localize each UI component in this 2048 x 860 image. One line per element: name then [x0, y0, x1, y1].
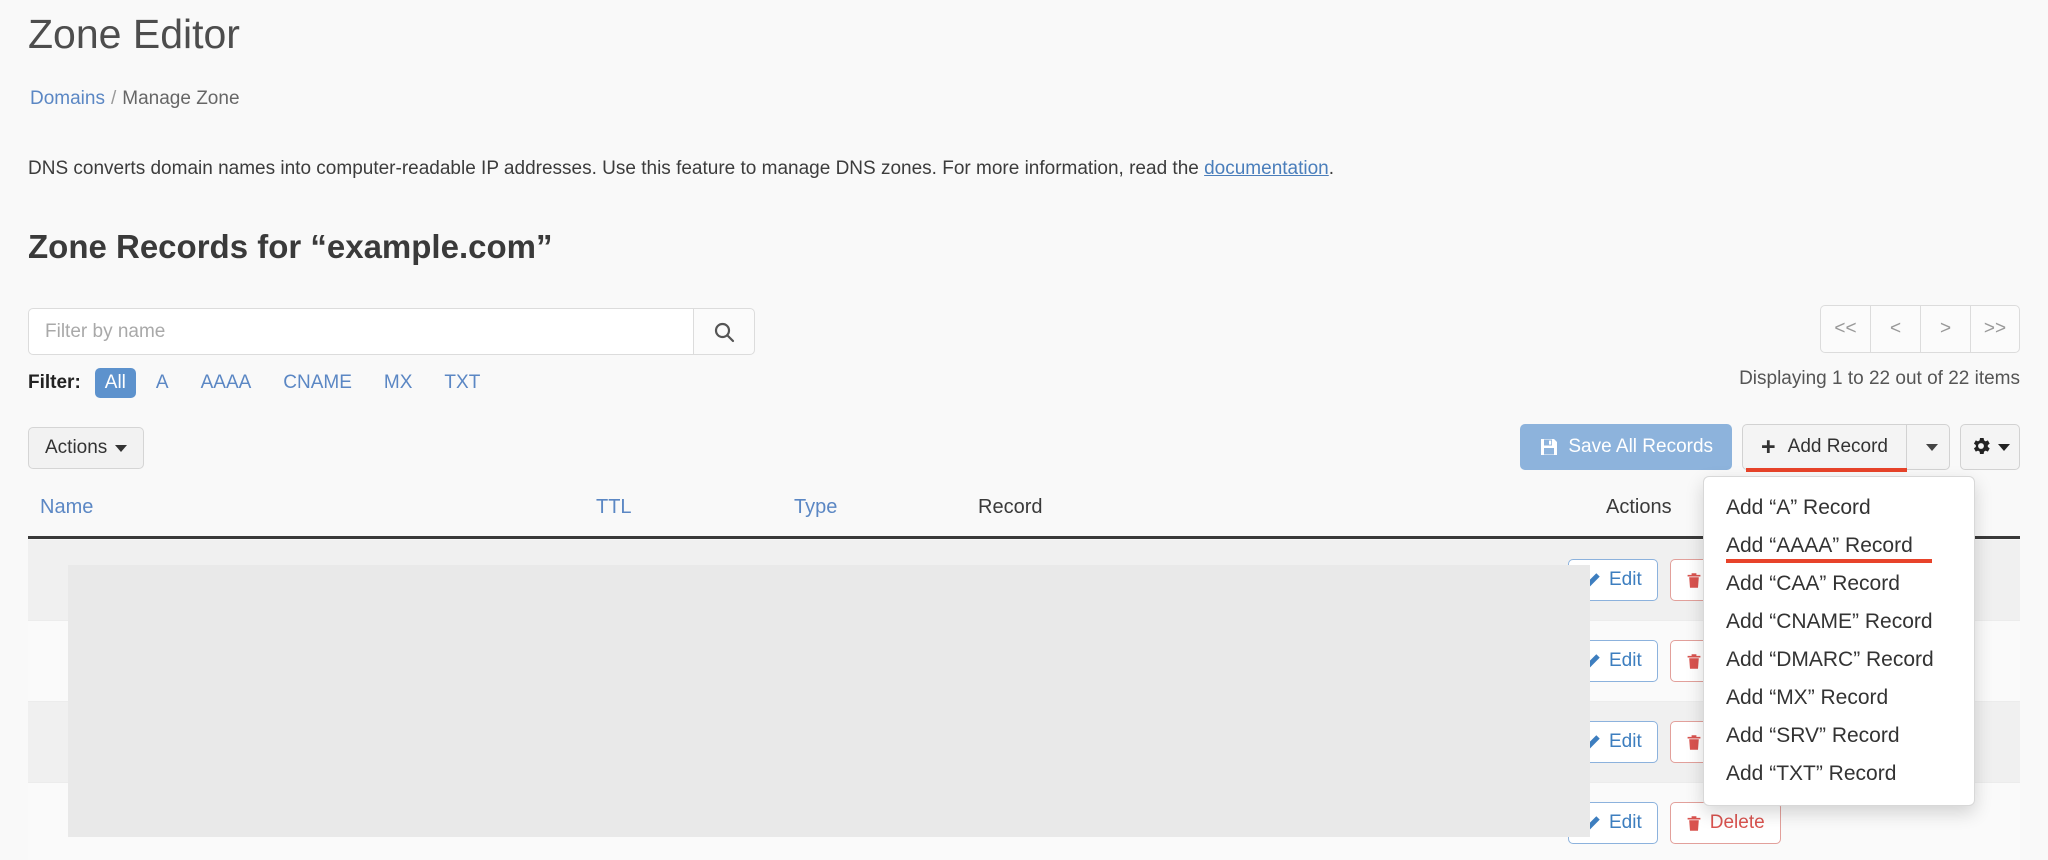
- filter-option-aaaa[interactable]: AAAA: [189, 368, 264, 398]
- actions-dropdown-button[interactable]: Actions: [28, 427, 145, 469]
- record-cells-redaction-overlay: [68, 565, 1590, 837]
- settings-gear-button[interactable]: [1960, 424, 2020, 470]
- search-input[interactable]: [28, 308, 693, 355]
- menu-item-label: Add “TXT” Record: [1726, 762, 1897, 785]
- menu-item-add-dmarc-record[interactable]: Add “DMARC” Record: [1704, 641, 1974, 679]
- menu-item-label: Add “AAAA” Record: [1726, 534, 1913, 557]
- delete-button[interactable]: Delete: [1669, 802, 1781, 844]
- menu-item-add-a-record[interactable]: Add “A” Record: [1704, 489, 1974, 527]
- actions-label: Actions: [45, 437, 108, 458]
- delete-label: Delete: [1709, 812, 1765, 833]
- edit-label: Edit: [1609, 812, 1642, 833]
- gear-icon: [1970, 435, 1992, 460]
- zone-editor-page: Zone Editor Domains / Manage Zone DNS conv…: [0, 0, 2048, 860]
- menu-item-add-caa-record[interactable]: Add “CAA” Record: [1704, 565, 1974, 603]
- edit-label: Edit: [1609, 650, 1642, 671]
- chevron-down-icon: [115, 444, 128, 452]
- trash-icon: [1686, 815, 1702, 832]
- menu-item-add-mx-record[interactable]: Add “MX” Record: [1704, 679, 1974, 717]
- add-record-dropdown-menu: Add “A” Record Add “AAAA” Record Add “CA…: [1703, 476, 1975, 806]
- section-title: Zone Records for “example.com”: [28, 228, 553, 265]
- search-group: [28, 308, 755, 355]
- menu-item-label: Add “CNAME” Record: [1726, 610, 1933, 633]
- column-header-ttl[interactable]: TTL: [596, 496, 632, 519]
- filter-option-txt[interactable]: TXT: [432, 368, 492, 398]
- page-title: Zone Editor: [28, 11, 240, 57]
- documentation-link[interactable]: documentation: [1204, 158, 1329, 179]
- pagination: << < > >>: [1820, 305, 2020, 353]
- menu-item-label: Add “A” Record: [1726, 496, 1871, 519]
- column-header-name[interactable]: Name: [40, 496, 93, 519]
- search-icon: [712, 320, 736, 344]
- menu-item-label: Add “CAA” Record: [1726, 572, 1900, 595]
- menu-item-add-aaaa-record[interactable]: Add “AAAA” Record: [1704, 527, 1974, 565]
- trash-icon: [1686, 653, 1702, 670]
- intro-text: DNS converts domain names into computer-…: [28, 158, 1334, 180]
- pagination-first[interactable]: <<: [1820, 305, 1870, 353]
- add-record-highlight-underline: [1746, 468, 1907, 472]
- edit-label: Edit: [1609, 731, 1642, 752]
- intro-text-before: DNS converts domain names into computer-…: [28, 158, 1205, 179]
- trash-icon: [1686, 734, 1702, 751]
- row-actions: Edit Delete: [1568, 802, 1781, 844]
- column-header-actions: Actions: [1606, 496, 1672, 518]
- save-icon: [1539, 437, 1559, 457]
- chevron-down-icon: [1998, 443, 2010, 451]
- trash-icon: [1686, 572, 1702, 589]
- menu-item-add-cname-record[interactable]: Add “CNAME” Record: [1704, 603, 1974, 641]
- menu-item-label: Add “SRV” Record: [1726, 724, 1900, 747]
- menu-item-add-txt-record[interactable]: Add “TXT” Record: [1704, 755, 1974, 793]
- chevron-down-icon: [1926, 443, 1938, 451]
- search-button[interactable]: [693, 308, 755, 355]
- intro-text-after: .: [1328, 158, 1335, 179]
- toolbar-right: Save All Records + Add Record: [1520, 424, 2020, 472]
- breadcrumb-current: Manage Zone: [122, 88, 240, 109]
- filter-option-mx[interactable]: MX: [372, 368, 425, 398]
- menu-item-add-srv-record[interactable]: Add “SRV” Record: [1704, 717, 1974, 755]
- breadcrumb-separator: /: [110, 88, 117, 109]
- breadcrumb-link-domains[interactable]: Domains: [30, 88, 105, 109]
- pagination-prev[interactable]: <: [1870, 305, 1920, 353]
- column-header-record: Record: [978, 496, 1043, 518]
- plus-icon: +: [1761, 432, 1776, 461]
- menu-item-label: Add “DMARC” Record: [1726, 648, 1934, 671]
- breadcrumb: Domains / Manage Zone: [30, 88, 240, 110]
- filter-option-a[interactable]: A: [144, 368, 181, 398]
- add-record-group: + Add Record: [1742, 424, 1950, 472]
- add-record-button[interactable]: + Add Record: [1742, 424, 1907, 472]
- filter-bar: Filter: All A AAAA CNAME MX TXT: [28, 368, 500, 398]
- save-all-records-button[interactable]: Save All Records: [1520, 424, 1733, 470]
- menu-item-label: Add “MX” Record: [1726, 686, 1889, 709]
- pagination-next[interactable]: >: [1920, 305, 1970, 353]
- edit-label: Edit: [1609, 569, 1642, 590]
- save-all-records-label: Save All Records: [1568, 436, 1714, 457]
- pagination-last[interactable]: >>: [1970, 305, 2020, 353]
- add-record-caret-button[interactable]: [1906, 424, 1950, 470]
- filter-option-all[interactable]: All: [94, 368, 136, 398]
- column-header-type[interactable]: Type: [794, 496, 837, 519]
- pagination-count: Displaying 1 to 22 out of 22 items: [1739, 368, 2020, 389]
- filter-option-cname[interactable]: CNAME: [271, 368, 364, 398]
- filter-label: Filter:: [28, 372, 81, 393]
- menu-item-highlight-underline: [1726, 559, 1932, 563]
- add-record-label: Add Record: [1787, 436, 1888, 457]
